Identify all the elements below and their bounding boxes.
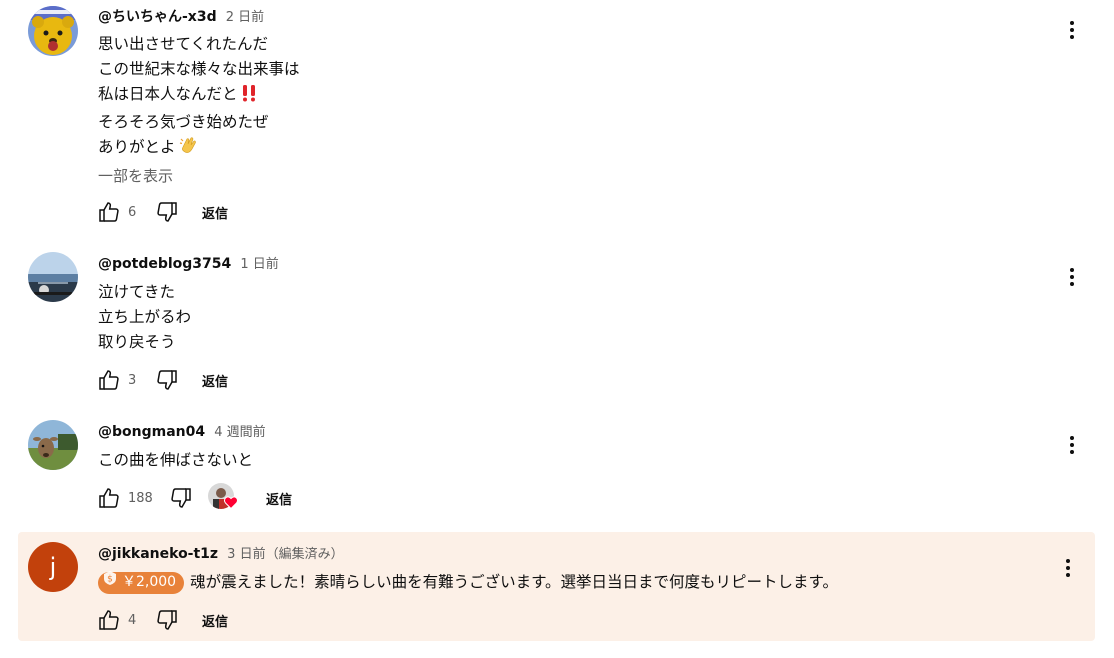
comment-line-with-emoji: 私は日本人なんだと (98, 82, 300, 110)
comment-line: ありがとよ (98, 138, 176, 156)
comment-time[interactable]: 4 週間前 (214, 425, 265, 440)
dislike-icon[interactable] (154, 367, 180, 393)
like-icon[interactable] (96, 607, 122, 633)
more-options-icon[interactable] (1060, 18, 1084, 42)
super-thanks-badge: $ ￥2,000 (98, 570, 185, 595)
comment-4-super-thanks: j @jikkaneko-t1z 3 日前（編集済み） $ ￥2,000 魂が震… (18, 532, 1095, 641)
comment-author[interactable]: @ちいちゃん-x3d (98, 9, 217, 25)
heart-icon (224, 494, 238, 513)
comment-line: 私は日本人なんだと (98, 85, 238, 103)
avatar[interactable] (28, 420, 78, 470)
super-thanks-amount: ￥2,000 (122, 574, 177, 590)
avatar[interactable]: j (28, 542, 78, 592)
comment-line: この曲を伸ばさないと (98, 451, 254, 469)
svg-text:$: $ (107, 575, 113, 585)
like-icon[interactable] (96, 485, 122, 511)
like-icon[interactable] (96, 199, 122, 225)
like-count: 188 (128, 490, 153, 506)
comment-line-with-superchat: $ ￥2,000 魂が震えました！素晴らしい曲を有難うございます。選挙日当日まで… (98, 570, 838, 595)
comment-line: 泣けてきた (98, 283, 176, 301)
comment-time[interactable]: 3 日前（編集済み） (227, 547, 343, 562)
comment-line: 魂が震えました！素晴らしい曲を有難うございます。選挙日当日まで何度もリピートしま… (190, 573, 838, 591)
comment-line: そろそろ気づき始めたぜ (98, 113, 269, 131)
avatar[interactable] (28, 252, 78, 302)
comment-line: この世紀末な様々な出来事は (98, 60, 300, 78)
comment-author[interactable]: @bongman04 (98, 424, 205, 440)
comment-text: この曲を伸ばさないと (98, 448, 253, 473)
more-options-icon[interactable] (1060, 433, 1084, 457)
comment-time[interactable]: 2 日前 (226, 10, 264, 25)
double-exclamation-icon (241, 84, 257, 110)
sea-landscape-avatar-icon (28, 252, 78, 302)
creator-heart-badge (208, 483, 238, 513)
like-count: 6 (128, 204, 137, 220)
comment-2: @potdeblog3754 1 日前 泣けてきた 立ち上がるわ 取り戻そう 3… (0, 240, 1114, 410)
comment-line: 取り戻そう (98, 333, 176, 351)
dislike-icon[interactable] (168, 485, 194, 511)
reply-button[interactable]: 返信 (202, 203, 228, 222)
deer-avatar-icon (28, 420, 78, 470)
more-options-icon[interactable] (1060, 265, 1084, 289)
comment-line-with-emoji: ありがとよ (98, 135, 300, 163)
comment-text: 泣けてきた 立ち上がるわ 取り戻そう (98, 280, 191, 355)
reply-button[interactable]: 返信 (266, 489, 292, 508)
comment-line: 思い出させてくれたんだ (98, 35, 269, 53)
reply-button[interactable]: 返信 (202, 371, 228, 390)
comment-author[interactable]: @jikkaneko-t1z (98, 546, 218, 562)
comment-author[interactable]: @potdeblog3754 (98, 256, 231, 272)
like-count: 4 (128, 612, 137, 628)
avatar[interactable] (28, 6, 78, 56)
pooh-bear-avatar-icon (28, 6, 78, 56)
like-count: 3 (128, 372, 137, 388)
comment-text: 思い出させてくれたんだ この世紀末な様々な出来事は 私は日本人なんだと そろそろ… (98, 32, 300, 163)
comment-1: @ちいちゃん-x3d 2 日前 思い出させてくれたんだ この世紀末な様々な出来事… (0, 0, 1114, 240)
comment-time[interactable]: 1 日前 (240, 257, 278, 272)
comment-line: 立ち上がるわ (98, 308, 192, 326)
dislike-icon[interactable] (154, 199, 180, 225)
super-thanks-icon: $ (102, 570, 118, 595)
show-more-link[interactable]: 一部を表示 (98, 165, 173, 186)
avatar-letter: j (49, 553, 57, 581)
more-options-icon[interactable] (1056, 556, 1080, 580)
comment-text: $ ￥2,000 魂が震えました！素晴らしい曲を有難うございます。選挙日当日まで… (98, 570, 838, 595)
comment-3: @bongman04 4 週間前 この曲を伸ばさないと 188 返信 (0, 410, 1114, 530)
waving-hand-icon (179, 135, 199, 163)
reply-button[interactable]: 返信 (202, 611, 228, 630)
like-icon[interactable] (96, 367, 122, 393)
dislike-icon[interactable] (154, 607, 180, 633)
